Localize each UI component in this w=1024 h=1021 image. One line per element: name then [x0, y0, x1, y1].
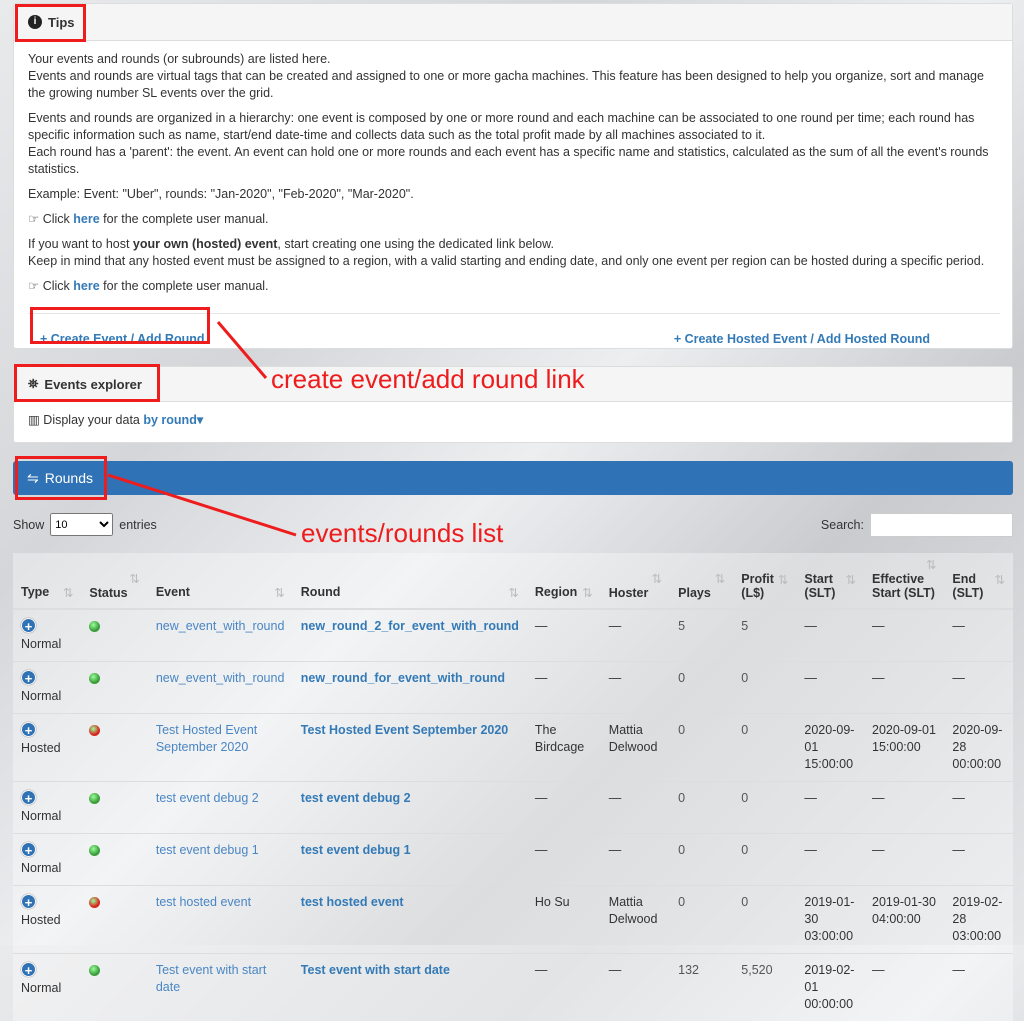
cell-hoster: — — [601, 954, 670, 1021]
expand-row-icon[interactable]: + — [21, 962, 36, 977]
event-link[interactable]: Test event with start date — [156, 963, 266, 994]
cell-type: + Normal — [13, 954, 81, 1021]
end-value: — — [952, 963, 965, 977]
annotation-arrow — [108, 475, 296, 535]
annotation-list: events/rounds list — [301, 518, 503, 549]
type-value: Normal — [21, 981, 61, 995]
start-value: 2019-02-01 00:00:00 — [804, 963, 854, 1011]
plays-value: 132 — [678, 963, 699, 977]
annotation-arrows — [0, 0, 1024, 945]
cell-profit: 5,520 — [733, 954, 796, 1021]
round-link[interactable]: Test event with start date — [301, 963, 450, 977]
region-value: — — [535, 963, 548, 977]
cell-eff: — — [864, 954, 944, 1021]
eff-value: — — [872, 963, 885, 977]
cell-region: — — [527, 954, 601, 1021]
cell-plays: 132 — [670, 954, 733, 1021]
cell-end: — — [944, 954, 1013, 1021]
annotation-create: create event/add round link — [271, 364, 585, 395]
cell-event: Test event with start date — [148, 954, 293, 1021]
status-indicator-icon — [89, 965, 100, 976]
cell-start: 2019-02-01 00:00:00 — [796, 954, 864, 1021]
profit-value: 5,520 — [741, 963, 772, 977]
cell-status — [81, 954, 147, 1021]
annotation-arrow — [218, 322, 266, 378]
hoster-value: — — [609, 963, 622, 977]
table-row: + Normal Test event with start date Test … — [13, 954, 1013, 1021]
cell-round: Test event with start date — [293, 954, 527, 1021]
